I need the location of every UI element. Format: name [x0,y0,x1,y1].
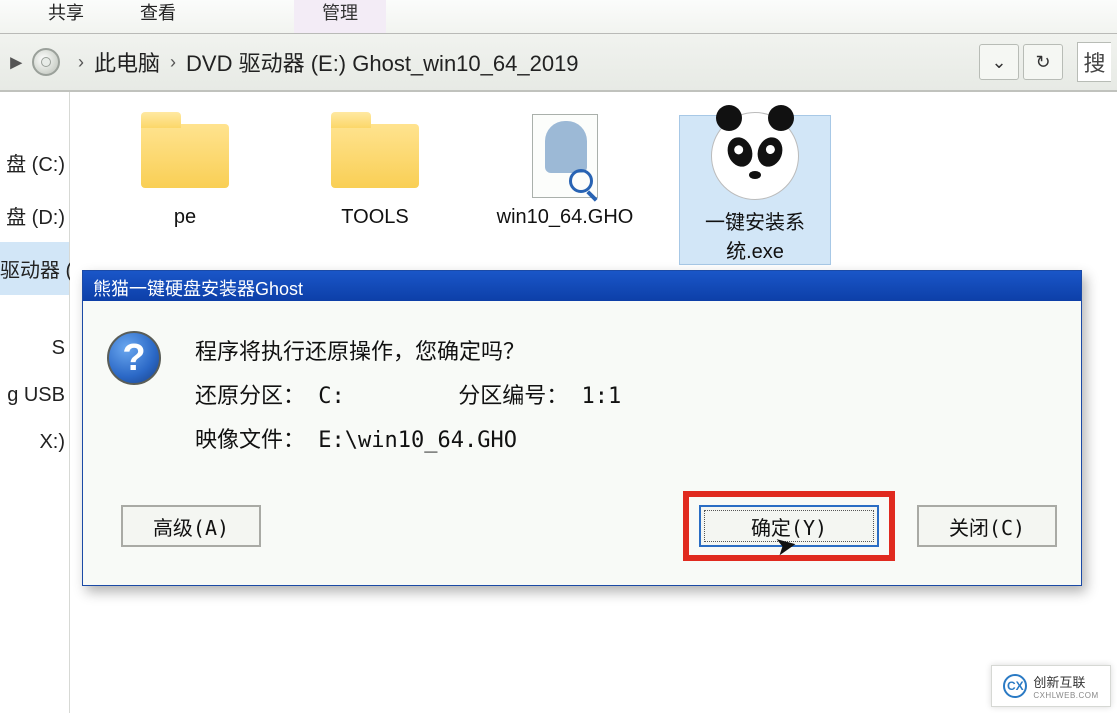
ok-button[interactable]: 确定(Y) [699,505,879,547]
sidebar-nav: 盘 (C:) 盘 (D:) 驱动器 (E:) C S g USB X:) [0,92,70,713]
file-label: win10_64.GHO [490,206,640,229]
dialog-message: 程序将执行还原操作，您确定吗？ [195,331,621,375]
panda-exe-icon [711,112,799,200]
file-item[interactable]: TOOLS [300,116,450,264]
search-input[interactable]: 搜 [1077,42,1111,82]
partition-number-label: 分区编号： [458,375,568,419]
confirm-dialog: 熊猫一键硬盘安装器Ghost ? 程序将执行还原操作，您确定吗？ 还原分区： C… [82,270,1082,586]
watermark-brand: 创新互联 [1033,672,1098,691]
drive-cd-icon [32,48,60,76]
ribbon-tab-manage[interactable]: 管理 [294,0,386,33]
refresh-icon[interactable]: ↻ [1023,44,1063,80]
file-item[interactable]: 一键安装系统.exe [680,116,830,264]
image-file-value: E:\win10_64.GHO [318,428,517,453]
sidebar-item-usb[interactable]: g USB [0,372,69,419]
image-file-label: 映像文件： [195,428,305,453]
nav-up-icon[interactable]: ▸ [6,45,26,79]
breadcrumb[interactable]: › 此电脑 › DVD 驱动器 (E:) Ghost_win10_64_2019 [68,46,579,78]
restore-partition-value: C: [318,384,345,409]
watermark-logo-icon: CX [1003,674,1027,698]
file-label: pe [110,206,260,229]
sidebar-item-s[interactable]: S [0,325,69,372]
partition-number-value: 1:1 [582,384,622,409]
sidebar-item-c[interactable]: 盘 (C:) [0,136,69,189]
file-item[interactable]: win10_64.GHO [490,116,640,264]
sidebar-item-e[interactable]: 驱动器 (E:) C [0,242,69,295]
folder-icon [331,124,419,188]
watermark: CX 创新互联 CXHLWEB.COM [991,665,1111,707]
sidebar-item-x[interactable]: X:) [0,419,69,466]
ribbon-tab-share[interactable]: 共享 [20,0,112,33]
close-button[interactable]: 关闭(C) [917,505,1057,547]
gho-file-icon [532,114,598,198]
sidebar-item-d[interactable]: 盘 (D:) [0,189,69,242]
question-icon: ? [107,331,161,385]
file-label: TOOLS [300,206,450,229]
dialog-title[interactable]: 熊猫一键硬盘安装器Ghost [83,271,1081,301]
ribbon-tabs: 共享 查看 管理 [0,0,1117,34]
breadcrumb-item[interactable]: 此电脑 [94,46,160,78]
breadcrumb-item[interactable]: DVD 驱动器 (E:) Ghost_win10_64_2019 [186,46,579,78]
address-dropdown-icon[interactable]: ⌄ [979,44,1019,80]
ribbon-tab-view[interactable]: 查看 [112,0,204,33]
file-label: 一键安装系统.exe [680,206,830,264]
advanced-button[interactable]: 高级(A) [121,505,261,547]
ok-button-highlight: 确定(Y) ➤ [683,491,895,561]
watermark-sub: CXHLWEB.COM [1033,691,1098,700]
file-item[interactable]: pe [110,116,260,264]
restore-partition-label: 还原分区： [195,375,305,419]
folder-icon [141,124,229,188]
address-bar: ▸ › 此电脑 › DVD 驱动器 (E:) Ghost_win10_64_20… [0,34,1117,92]
